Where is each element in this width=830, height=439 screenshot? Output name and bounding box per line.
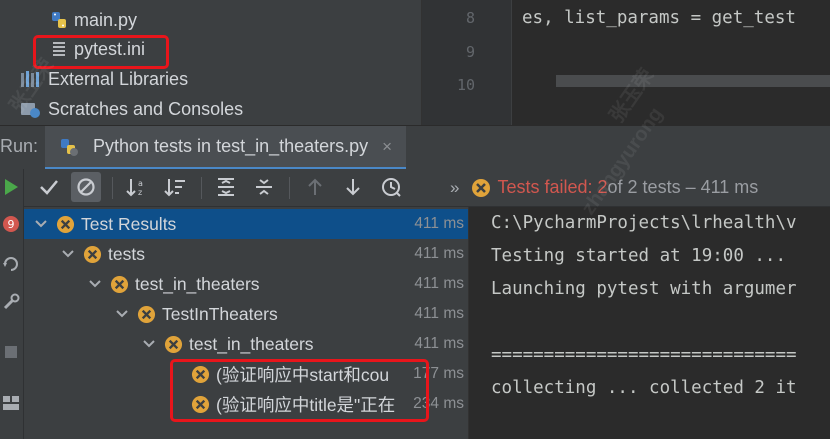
test-name-label: (验证响应中title是"正在 [216, 394, 396, 415]
collapse-all-icon[interactable] [249, 172, 279, 202]
line-number: 9 [465, 43, 475, 61]
test-name-label: test_in_theaters [189, 333, 314, 354]
code-editor[interactable]: 8 9 10 es, list_params = get_test [421, 0, 830, 125]
more-actions-chevron-icon[interactable]: » [450, 178, 459, 198]
previous-failed-icon[interactable] [300, 172, 330, 202]
toolbar-separator [289, 177, 290, 199]
test-tree-row[interactable]: (验证响应中title是"正在 234 ms [24, 389, 468, 419]
chevron-down-icon[interactable] [115, 310, 129, 318]
test-history-icon[interactable] [376, 172, 406, 202]
console-line: Testing started at 19:00 ... [491, 246, 787, 266]
sort-by-duration-icon[interactable] [160, 172, 190, 202]
tree-item-label: main.py [74, 9, 138, 30]
test-results-tree: Test Results 411 ms tests 411 ms test_in_the… [24, 207, 468, 439]
chevron-down-icon[interactable] [34, 220, 48, 228]
tree-item-main-py[interactable]: main.py [50, 5, 137, 35]
tree-item-scratches[interactable]: Scratches and Consoles [20, 94, 243, 124]
scratches-icon [20, 100, 42, 118]
rerun-failed-icon[interactable]: 9 [0, 215, 22, 233]
tree-item-label: pytest.ini [74, 38, 146, 59]
test-duration-label: 411 ms [414, 335, 464, 352]
test-tree-row[interactable]: tests 411 ms [24, 239, 468, 269]
line-number: 10 [456, 76, 475, 94]
show-passed-icon[interactable] [34, 172, 64, 202]
console-line: collecting ... collected 2 it [491, 378, 797, 398]
toolbar-separator [201, 177, 202, 199]
test-toolbar: az [24, 169, 468, 207]
chevron-down-icon[interactable] [61, 250, 75, 258]
test-failed-icon [137, 305, 156, 324]
wrench-icon[interactable] [0, 293, 22, 311]
tab-python-tests[interactable]: Python tests in test_in_theaters.py × [45, 126, 407, 170]
layout-icon[interactable] [0, 395, 22, 411]
library-icon [20, 70, 42, 88]
chevron-down-icon[interactable] [142, 340, 156, 348]
tests-failed-label: Tests failed: 2 [497, 177, 608, 197]
test-failed-icon [191, 365, 210, 384]
console-output[interactable]: C:\PycharmProjects\lrhealth\v Testing sta… [468, 207, 830, 439]
test-name-label: tests [108, 243, 145, 264]
test-name-label: test_in_theaters [135, 273, 260, 294]
rerun-icon[interactable] [0, 178, 22, 196]
python-file-icon [50, 11, 68, 29]
test-tree-row[interactable]: TestInTheaters 411 ms [24, 299, 468, 329]
run-tool-window-header: Run: Python tests in test_in_theaters.py… [0, 125, 830, 170]
tab-label: Python tests in test_in_theaters.py [93, 136, 369, 156]
run-side-toolbar: 9 [0, 169, 24, 439]
test-failed-icon [56, 215, 75, 234]
line-gutter: 8 9 10 [422, 0, 512, 125]
console-line: Launching pytest with argumer [491, 279, 797, 299]
next-failed-icon[interactable] [338, 172, 368, 202]
horizontal-scrollbar[interactable] [556, 75, 830, 87]
code-line: es, list_params = get_test [522, 8, 796, 28]
toolbar-separator [112, 177, 113, 199]
chevron-down-icon[interactable] [88, 280, 102, 288]
test-duration-label: 411 ms [414, 275, 464, 292]
tree-item-label: External Libraries [48, 68, 189, 89]
svg-text:a: a [138, 179, 143, 188]
console-line: C:\PycharmProjects\lrhealth\v [491, 213, 797, 233]
test-tree-row[interactable]: test_in_theaters 411 ms [24, 269, 468, 299]
tree-item-label: Scratches and Consoles [48, 98, 244, 119]
close-icon[interactable]: × [382, 137, 392, 157]
test-results-root-row[interactable]: Test Results 411 ms [24, 209, 468, 239]
test-tree-row[interactable]: test_in_theaters 411 ms [24, 329, 468, 359]
test-duration-label: 411 ms [414, 305, 464, 322]
test-duration-label: 411 ms [414, 215, 464, 232]
failed-icon [471, 178, 491, 198]
test-name-label: Test Results [81, 213, 177, 234]
ini-file-icon [50, 40, 68, 58]
svg-text:9: 9 [8, 218, 15, 231]
tree-item-pytest-ini[interactable]: pytest.ini [50, 34, 145, 64]
python-tests-icon [59, 137, 79, 157]
test-duration-label: 411 ms [414, 245, 464, 262]
tests-total-label: of 2 tests – 411 ms [607, 177, 759, 197]
sort-alphabetically-icon[interactable]: az [122, 172, 152, 202]
line-number: 8 [465, 9, 475, 27]
test-failed-icon [191, 395, 210, 414]
test-failed-icon [164, 335, 183, 354]
project-tree: main.py pytest.ini External Libraries Sc… [0, 0, 421, 125]
test-failed-icon [83, 245, 102, 264]
test-duration-label: 177 ms [413, 365, 464, 382]
toggle-auto-test-icon[interactable] [0, 255, 22, 273]
test-tree-row[interactable]: (验证响应中start和cou 177 ms [24, 359, 468, 389]
test-name-label: TestInTheaters [162, 303, 278, 324]
test-failed-icon [110, 275, 129, 294]
svg-text:z: z [138, 188, 142, 197]
run-label: Run: [0, 136, 39, 156]
test-name-label: (验证响应中start和cou [216, 364, 390, 385]
tree-item-external-libraries[interactable]: External Libraries [20, 64, 188, 94]
test-status-bar: » Tests failed: 2 of 2 tests – 411 ms [450, 169, 830, 207]
console-line: ============================= [491, 345, 797, 365]
test-duration-label: 234 ms [413, 395, 464, 412]
show-ignored-icon[interactable] [71, 172, 101, 202]
expand-all-icon[interactable] [211, 172, 241, 202]
stop-icon[interactable] [0, 345, 22, 359]
